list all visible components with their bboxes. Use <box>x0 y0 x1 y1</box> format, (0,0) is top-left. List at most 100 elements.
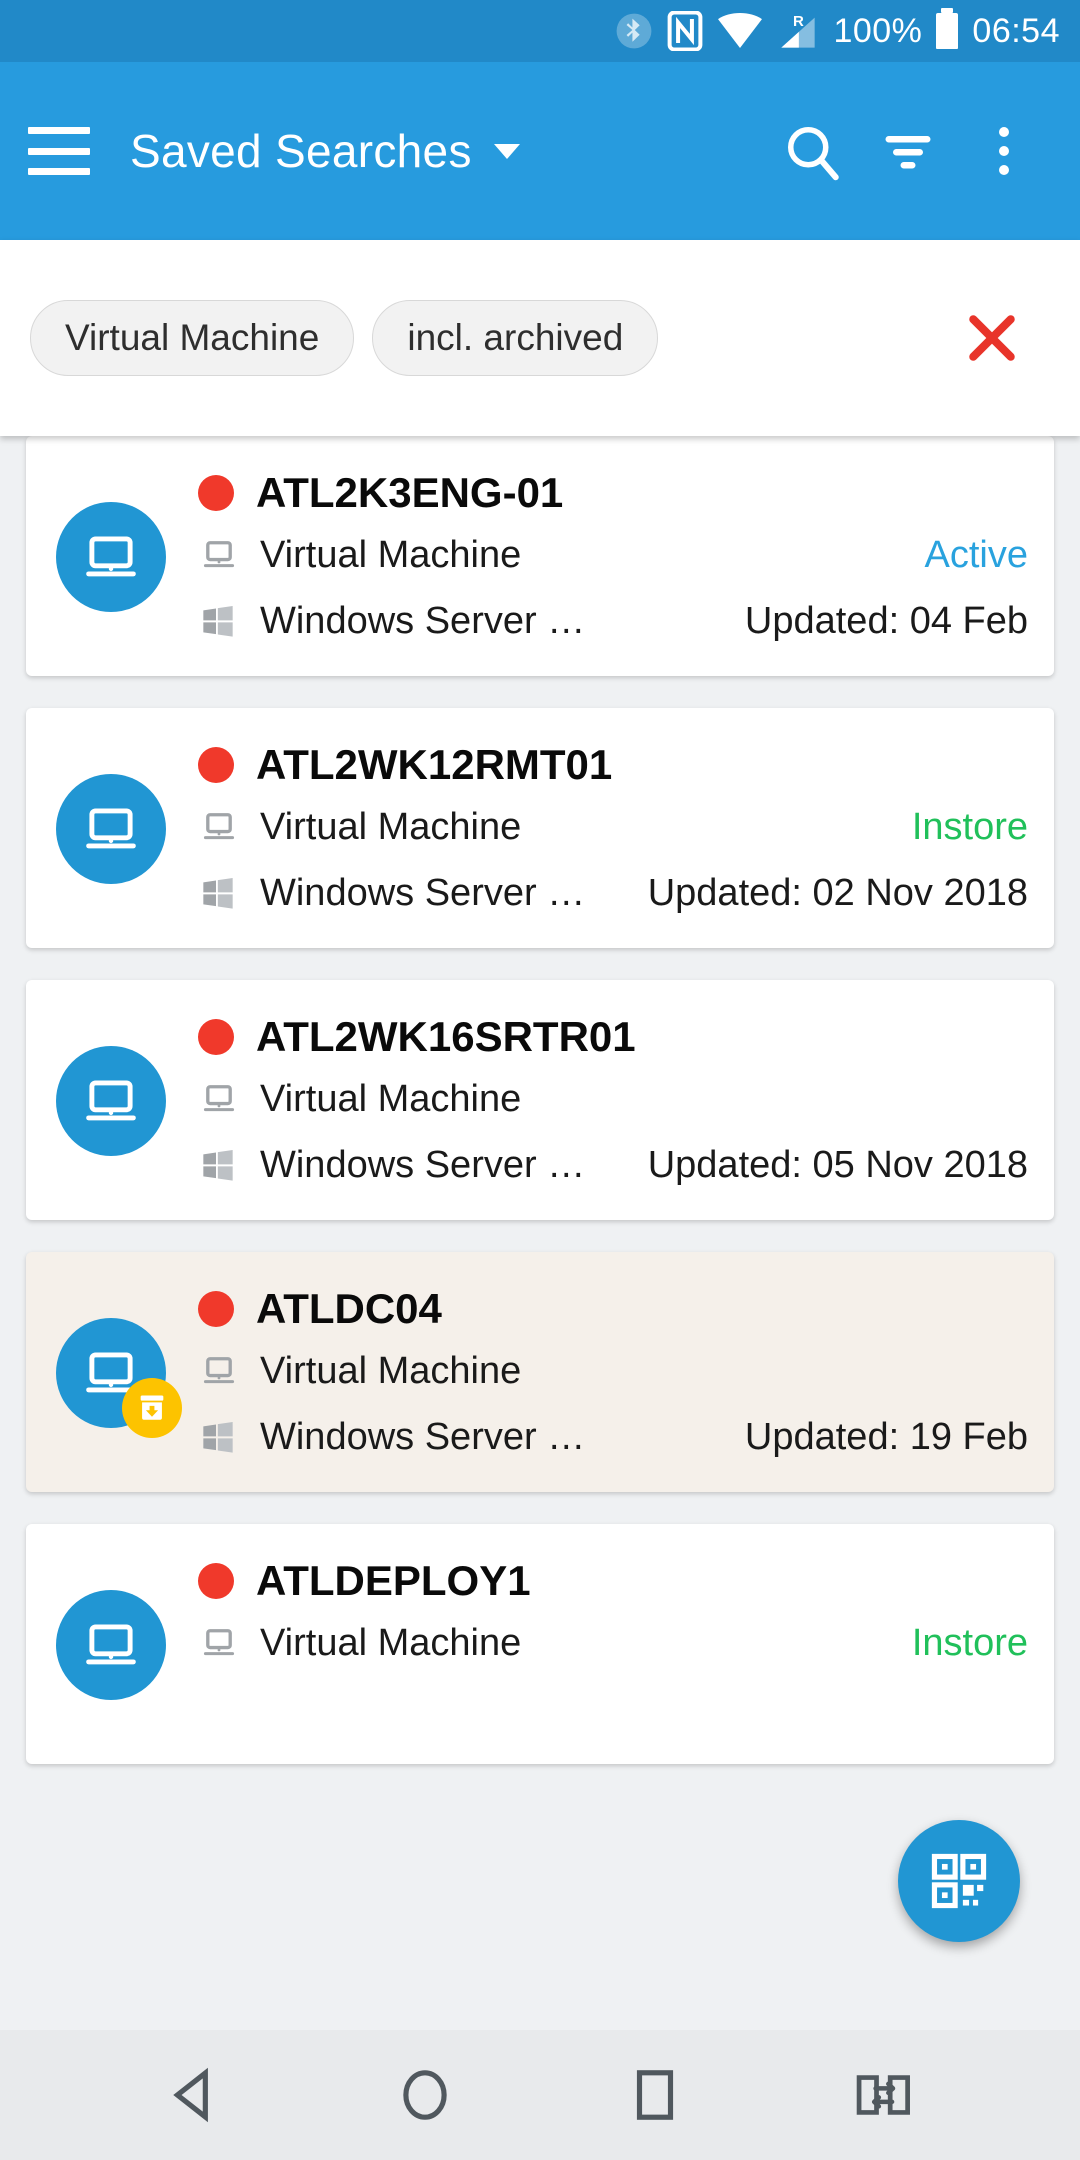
asset-updated: Updated: 02 Nov 2018 <box>647 871 1028 914</box>
windows-icon <box>198 873 244 913</box>
asset-os: Windows Server … <box>260 1415 586 1458</box>
asset-card[interactable]: ATL2WK16SRTR01 Virtual Machine Windows S… <box>26 980 1054 1220</box>
asset-hostname: ATLDC04 <box>256 1285 442 1332</box>
asset-os: Windows Server … <box>260 1143 586 1186</box>
qr-code-scan-icon <box>931 1853 987 1909</box>
filter-icon <box>885 136 931 169</box>
screen-switch-icon <box>856 2075 910 2115</box>
asset-card[interactable]: ATLDEPLOY1 Virtual Machine Instore <box>26 1524 1054 1764</box>
overflow-menu-button[interactable] <box>956 103 1052 199</box>
home-circle-icon <box>403 2070 447 2120</box>
asset-card-archived[interactable]: ATLDC04 Virtual Machine Windows Server …… <box>26 1252 1054 1492</box>
asset-device-type: Virtual Machine <box>260 1077 522 1120</box>
close-x-icon <box>969 315 1015 361</box>
laptop-avatar-icon <box>86 1080 136 1121</box>
laptop-avatar-icon <box>86 536 136 577</box>
clock-label: 06:54 <box>972 11 1060 50</box>
avatar <box>56 774 166 884</box>
android-nav-bar <box>0 2030 1080 2160</box>
back-triangle-icon <box>173 2067 208 2123</box>
status-bar: R 100% 06:54 <box>0 0 1080 62</box>
filter-chip-device-type[interactable]: Virtual Machine <box>30 300 355 376</box>
recents-button[interactable] <box>595 2035 715 2155</box>
battery-full-icon <box>936 8 959 49</box>
asset-status: Active <box>924 533 1028 576</box>
filter-chip-incl-archived[interactable]: incl. archived <box>372 300 659 376</box>
clear-filters-button[interactable] <box>956 302 1028 374</box>
asset-title-row: ATLDC04 <box>198 1280 1028 1338</box>
asset-title-row: ATL2WK12RMT01 <box>198 736 1028 794</box>
asset-status: Instore <box>911 1621 1028 1664</box>
screen-switch-button[interactable] <box>825 2035 945 2155</box>
search-button[interactable] <box>764 103 860 199</box>
asset-hostname: ATL2WK16SRTR01 <box>256 1013 636 1060</box>
status-dot <box>198 747 234 783</box>
asset-device-type: Virtual Machine <box>260 805 522 848</box>
asset-device-type: Virtual Machine <box>260 1621 522 1664</box>
asset-card[interactable]: ATL2WK12RMT01 Virtual Machine Instore Wi… <box>26 708 1054 948</box>
asset-updated: Updated: 19 Feb <box>744 1415 1028 1458</box>
asset-status: Instore <box>911 805 1028 848</box>
status-dot <box>198 1563 234 1599</box>
home-button[interactable] <box>365 2035 485 2155</box>
filter-chip-bar: Virtual Machine incl. archived <box>0 240 1080 436</box>
status-dot <box>198 1291 234 1327</box>
asset-type-row: Virtual Machine <box>198 1066 1028 1132</box>
asset-hostname: ATLDEPLOY1 <box>256 1557 531 1604</box>
asset-type-row: Virtual Machine Instore <box>198 794 1028 860</box>
windows-icon <box>198 1417 244 1457</box>
filter-button[interactable] <box>860 103 956 199</box>
asset-card-body: ATL2WK16SRTR01 Virtual Machine Windows S… <box>198 1008 1028 1198</box>
recents-square-icon <box>636 2070 674 2120</box>
wifi-icon <box>717 13 763 49</box>
battery-percent-label: 100% <box>833 11 923 50</box>
bluetooth-icon <box>615 12 653 50</box>
asset-updated: Updated: 04 Feb <box>744 599 1028 642</box>
asset-updated: Updated: 05 Nov 2018 <box>647 1143 1028 1186</box>
signal-roaming-icon: R <box>777 11 819 51</box>
asset-os-row: Windows Server … Updated: 05 Nov 2018 <box>198 1132 1028 1198</box>
laptop-icon <box>198 1622 244 1664</box>
laptop-icon <box>198 1350 244 1392</box>
nfc-icon <box>667 11 703 51</box>
laptop-avatar-icon <box>86 808 136 849</box>
svg-text:R: R <box>793 13 804 30</box>
avatar <box>56 502 166 612</box>
asset-title-row: ATL2K3ENG-01 <box>198 464 1028 522</box>
app-root: R 100% 06:54 Saved Searches Virtual Mach… <box>0 0 1080 2160</box>
search-icon <box>788 127 839 181</box>
asset-list[interactable]: ATL2K3ENG-01 Virtual Machine Active Wind… <box>0 436 1080 2030</box>
back-button[interactable] <box>135 2035 255 2155</box>
asset-device-type: Virtual Machine <box>260 533 522 576</box>
asset-hostname: ATL2WK12RMT01 <box>256 741 613 788</box>
laptop-icon <box>198 534 244 576</box>
archive-box-icon <box>122 1378 182 1438</box>
asset-type-row: Virtual Machine Active <box>198 522 1028 588</box>
status-dot <box>198 475 234 511</box>
avatar <box>56 1590 166 1700</box>
asset-card-body: ATLDC04 Virtual Machine Windows Server …… <box>198 1280 1028 1470</box>
asset-card-body: ATL2K3ENG-01 Virtual Machine Active Wind… <box>198 464 1028 654</box>
asset-type-row: Virtual Machine <box>198 1338 1028 1404</box>
asset-title-row: ATL2WK16SRTR01 <box>198 1008 1028 1066</box>
asset-os-row: Windows Server … Updated: 19 Feb <box>198 1404 1028 1470</box>
asset-os-row: Windows Server … Updated: 04 Feb <box>198 588 1028 654</box>
scan-qr-fab[interactable] <box>898 1820 1020 1942</box>
more-vertical-icon <box>999 127 1009 175</box>
windows-icon <box>198 601 244 641</box>
avatar <box>56 1318 182 1438</box>
windows-icon <box>198 1145 244 1185</box>
page-title[interactable]: Saved Searches <box>130 124 472 178</box>
chevron-down-icon[interactable] <box>493 143 520 159</box>
asset-os: Windows Server … <box>260 599 586 642</box>
asset-os-row: Windows Server … Updated: 02 Nov 2018 <box>198 860 1028 926</box>
asset-title-row: ATLDEPLOY1 <box>198 1552 1028 1610</box>
avatar <box>56 1046 166 1156</box>
asset-hostname: ATL2K3ENG-01 <box>256 469 564 516</box>
app-toolbar: Saved Searches <box>0 62 1080 240</box>
asset-card[interactable]: ATL2K3ENG-01 Virtual Machine Active Wind… <box>26 436 1054 676</box>
status-dot <box>198 1019 234 1055</box>
laptop-icon <box>198 806 244 848</box>
hamburger-menu-icon[interactable] <box>28 127 90 175</box>
asset-type-row: Virtual Machine Instore <box>198 1610 1028 1676</box>
